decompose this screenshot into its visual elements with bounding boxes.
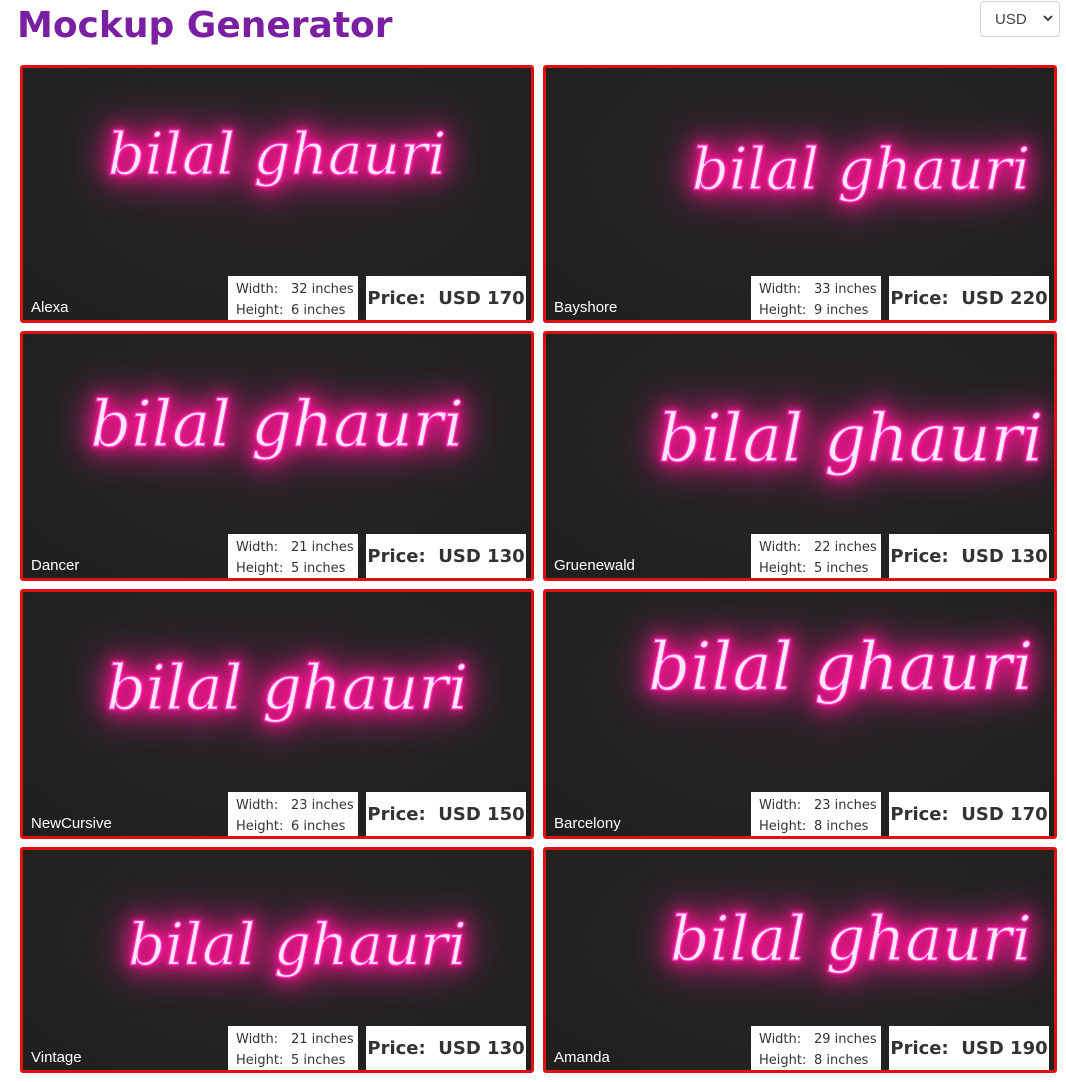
height-label: Height: xyxy=(759,1053,807,1068)
height-label: Height: xyxy=(236,1053,284,1068)
height-value: 6 inches xyxy=(291,819,346,834)
neon-sign-text: bilal ghauri xyxy=(90,388,464,462)
price-value: USD 150 xyxy=(438,803,525,825)
mockup-grid: bilal ghauri Alexa Width: 32 inches Heigh… xyxy=(20,65,1058,1073)
page-title: Mockup Generator xyxy=(17,5,393,46)
width-value: 32 inches xyxy=(291,282,354,297)
price-box: Price: USD 170 xyxy=(889,792,1049,836)
width-label: Width: xyxy=(759,798,802,813)
font-name: Barcelony xyxy=(554,815,621,832)
header: Mockup Generator USD xyxy=(0,0,1066,60)
width-label: Width: xyxy=(759,540,802,555)
price-value: USD 130 xyxy=(438,1037,525,1059)
mockup-card[interactable]: bilal ghauri Gruenewald Width: 22 inches … xyxy=(543,331,1057,581)
height-value: 8 inches xyxy=(814,1053,869,1068)
price-label: Price: xyxy=(890,1037,949,1059)
width-label: Width: xyxy=(759,282,802,297)
font-name: NewCursive xyxy=(31,815,112,832)
width-value: 33 inches xyxy=(814,282,877,297)
mockup-card[interactable]: bilal ghauri Dancer Width: 21 inches Heig… xyxy=(20,331,534,581)
price-box: Price: USD 130 xyxy=(366,534,526,578)
height-value: 9 inches xyxy=(814,303,869,318)
dimensions-box: Width: 23 inches Height: 8 inches xyxy=(751,792,881,836)
width-value: 22 inches xyxy=(814,540,877,555)
dimensions-box: Width: 21 inches Height: 5 inches xyxy=(228,534,358,578)
font-name: Bayshore xyxy=(554,299,618,316)
neon-sign-text: bilal ghauri xyxy=(692,135,1030,203)
width-value: 21 inches xyxy=(291,540,354,555)
mockup-card[interactable]: bilal ghauri Amanda Width: 29 inches Heig… xyxy=(543,847,1057,1073)
height-label: Height: xyxy=(759,561,807,576)
height-label: Height: xyxy=(759,303,807,318)
neon-sign-text: bilal ghauri xyxy=(658,400,1043,477)
width-value: 23 inches xyxy=(814,798,877,813)
neon-sign-text: bilal ghauri xyxy=(670,902,1032,975)
chevron-down-icon xyxy=(1043,15,1053,22)
price-label: Price: xyxy=(890,545,949,567)
dimensions-box: Width: 23 inches Height: 6 inches xyxy=(228,792,358,836)
height-label: Height: xyxy=(236,819,284,834)
height-value: 5 inches xyxy=(814,561,869,576)
neon-sign-text: bilal ghauri xyxy=(108,120,446,188)
mockup-card[interactable]: bilal ghauri Alexa Width: 32 inches Heigh… xyxy=(20,65,534,323)
width-label: Width: xyxy=(236,798,279,813)
price-label: Price: xyxy=(367,803,426,825)
font-name: Gruenewald xyxy=(554,557,635,574)
price-value: USD 220 xyxy=(961,287,1048,309)
currency-select-value: USD xyxy=(995,10,1027,28)
dimensions-box: Width: 33 inches Height: 9 inches xyxy=(751,276,881,320)
width-value: 23 inches xyxy=(291,798,354,813)
width-value: 29 inches xyxy=(814,1032,877,1047)
dimensions-box: Width: 21 inches Height: 5 inches xyxy=(228,1026,358,1070)
price-box: Price: USD 190 xyxy=(889,1026,1049,1070)
width-label: Width: xyxy=(236,540,279,555)
width-label: Width: xyxy=(236,1032,279,1047)
price-box: Price: USD 130 xyxy=(366,1026,526,1070)
mockup-card[interactable]: bilal ghauri NewCursive Width: 23 inches … xyxy=(20,589,534,839)
mockup-card[interactable]: bilal ghauri Vintage Width: 21 inches Hei… xyxy=(20,847,534,1073)
height-label: Height: xyxy=(236,561,284,576)
height-label: Height: xyxy=(759,819,807,834)
width-label: Width: xyxy=(759,1032,802,1047)
mockup-card[interactable]: bilal ghauri Bayshore Width: 33 inches He… xyxy=(543,65,1057,323)
price-box: Price: USD 150 xyxy=(366,792,526,836)
price-label: Price: xyxy=(890,287,949,309)
neon-sign-text: bilal ghauri xyxy=(106,651,468,724)
price-box: Price: USD 220 xyxy=(889,276,1049,320)
price-box: Price: USD 130 xyxy=(889,534,1049,578)
height-label: Height: xyxy=(236,303,284,318)
price-value: USD 130 xyxy=(961,545,1048,567)
font-name: Amanda xyxy=(554,1049,610,1066)
price-label: Price: xyxy=(367,545,426,567)
price-value: USD 170 xyxy=(438,287,525,309)
mockup-card[interactable]: bilal ghauri Barcelony Width: 23 inches H… xyxy=(543,589,1057,839)
height-value: 6 inches xyxy=(291,303,346,318)
price-value: USD 130 xyxy=(438,545,525,567)
dimensions-box: Width: 29 inches Height: 8 inches xyxy=(751,1026,881,1070)
price-label: Price: xyxy=(367,287,426,309)
price-label: Price: xyxy=(890,803,949,825)
font-name: Alexa xyxy=(31,299,69,316)
height-value: 5 inches xyxy=(291,561,346,576)
neon-sign-text: bilal ghauri xyxy=(128,910,466,978)
dimensions-box: Width: 32 inches Height: 6 inches xyxy=(228,276,358,320)
width-value: 21 inches xyxy=(291,1032,354,1047)
price-label: Price: xyxy=(367,1037,426,1059)
height-value: 8 inches xyxy=(814,819,869,834)
height-value: 5 inches xyxy=(291,1053,346,1068)
dimensions-box: Width: 22 inches Height: 5 inches xyxy=(751,534,881,578)
font-name: Dancer xyxy=(31,557,80,574)
neon-sign-text: bilal ghauri xyxy=(648,629,1033,706)
price-value: USD 170 xyxy=(961,803,1048,825)
font-name: Vintage xyxy=(31,1049,82,1066)
price-box: Price: USD 170 xyxy=(366,276,526,320)
price-value: USD 190 xyxy=(961,1037,1048,1059)
currency-select[interactable]: USD xyxy=(980,1,1060,37)
width-label: Width: xyxy=(236,282,279,297)
